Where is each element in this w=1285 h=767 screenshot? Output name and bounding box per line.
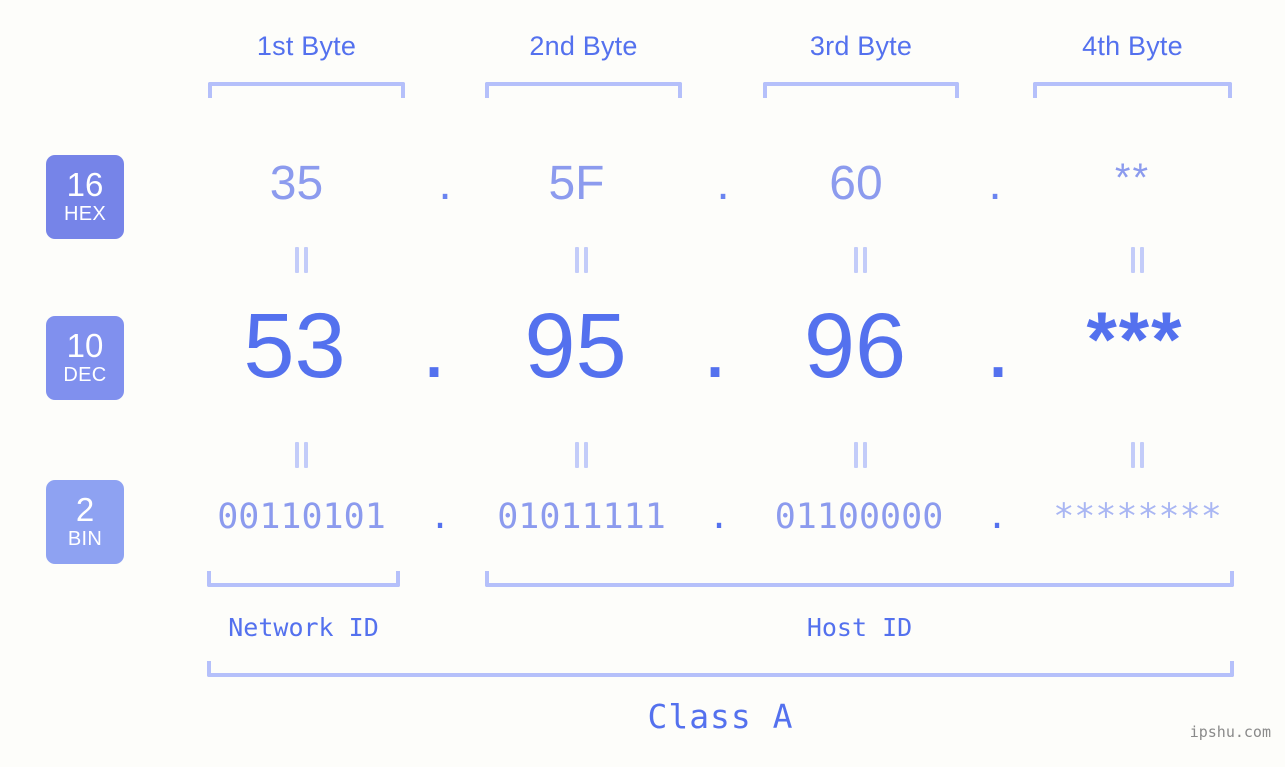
equivalence-marker-hex-dec-3 [849,247,871,273]
bin-byte-2: 01011111 [497,497,666,537]
byte-header-label-3: 3rd Byte [809,31,913,61]
dec-separator-3: . [985,295,1011,397]
bin-separator-2: . [708,497,730,537]
byte-header-label-2: 2nd Byte [529,31,638,61]
host-id-bracket [485,571,1234,587]
base-badge-bin-number: 2 [75,491,95,529]
dec-byte-1: 53 [243,295,346,397]
bin-separator-1: . [429,497,451,537]
byte-bracket-top-2 [485,82,682,98]
hex-byte-3: 60 [829,157,883,210]
equivalence-marker-hex-dec-2 [570,247,592,273]
bin-byte-3: 01100000 [774,497,944,537]
byte-header-label-1: 1st Byte [256,31,357,61]
bin-byte-1: 00110101 [217,497,386,537]
dec-byte-2: 95 [524,295,627,397]
base-badge-dec-number: 10 [66,327,104,365]
base-badge-bin-abbr: BIN [67,527,103,550]
class-bracket [207,661,1234,677]
equivalence-marker-dec-bin-4 [1126,442,1148,468]
dec-separator-1: . [421,295,447,397]
equivalence-marker-dec-bin-1 [290,442,312,468]
equivalence-marker-hex-dec-1 [290,247,312,273]
site-watermark: ipshu.com [1189,723,1271,741]
hex-byte-2: 5F [548,157,605,210]
base-badge-dec: 10 DEC [46,316,124,400]
dec-byte-3: 96 [803,295,907,397]
dec-separator-2: . [702,295,728,397]
base-badge-hex-abbr: HEX [63,202,107,225]
hex-byte-4: ** [1114,156,1151,200]
equivalence-marker-hex-dec-4 [1126,247,1148,273]
class-label: Class A [647,697,794,736]
equivalence-marker-dec-bin-2 [570,442,592,468]
base-badge-bin: 2 BIN [46,480,124,564]
network-id-label: Network ID [228,613,379,642]
byte-bracket-top-1 [208,82,405,98]
bin-byte-4: ******** [1053,497,1222,537]
byte-header-label-4: 4th Byte [1082,31,1183,61]
hex-byte-1: 35 [269,157,324,210]
hex-separator-1: . [438,157,452,210]
hex-separator-2: . [716,157,730,210]
equivalence-marker-dec-bin-3 [849,442,871,468]
base-badge-hex-number: 16 [66,166,104,204]
dec-byte-4: *** [1086,295,1184,383]
bin-separator-3: . [986,497,1008,537]
network-id-bracket [207,571,400,587]
base-badge-dec-abbr: DEC [63,363,107,386]
byte-bracket-top-3 [763,82,959,98]
hex-separator-3: . [988,157,1002,210]
ip-address-breakdown-diagram: 1st Byte 2nd Byte 3rd Byte 4th Byte 16 H… [0,0,1285,767]
base-badge-hex: 16 HEX [46,155,124,239]
byte-bracket-top-4 [1033,82,1232,98]
host-id-label: Host ID [806,613,913,642]
